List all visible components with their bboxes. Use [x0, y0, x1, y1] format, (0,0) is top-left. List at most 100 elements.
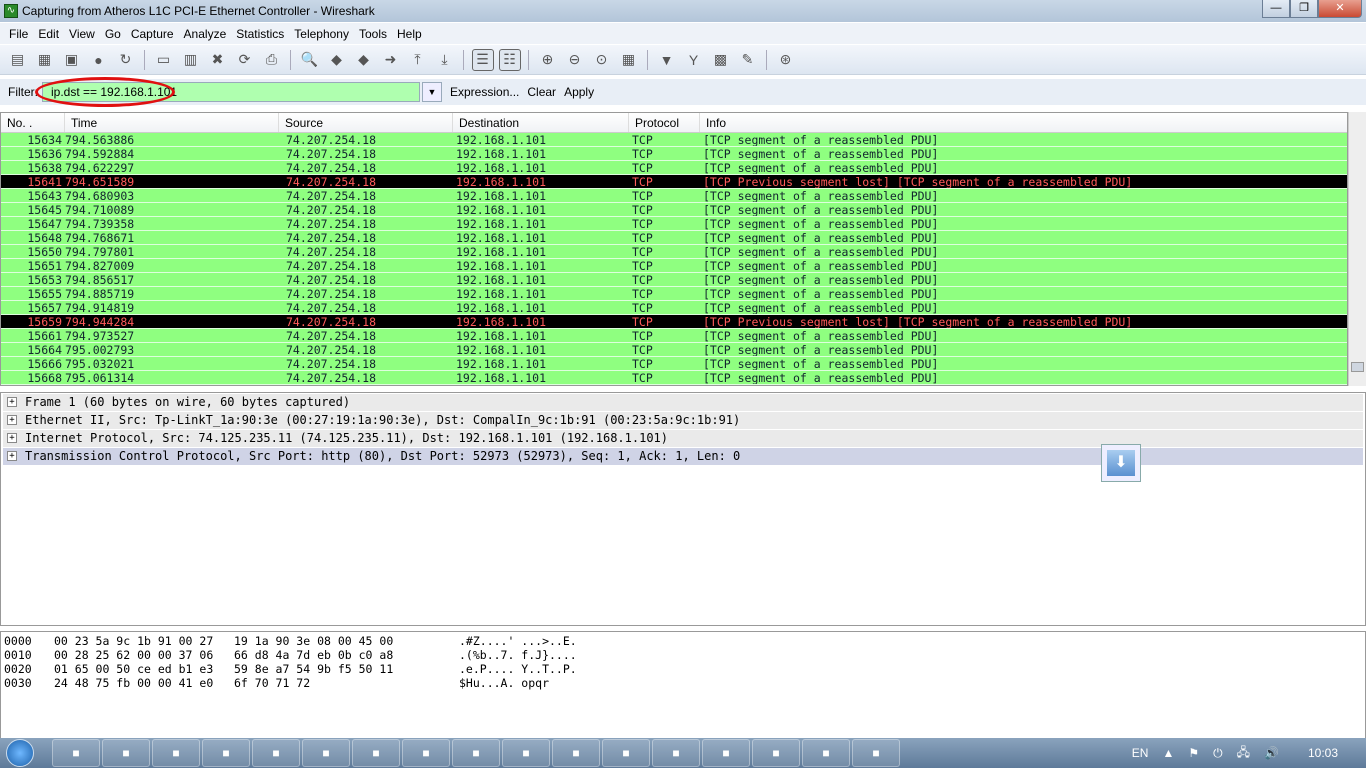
taskbar-avast[interactable]: ■ [152, 739, 200, 767]
packet-row[interactable]: 15650 794.797801 74.207.254.18 192.168.1.10… [1, 245, 1347, 259]
column-header-5[interactable]: Info [700, 113, 1347, 132]
zoom-in-button[interactable]: ⊕ [537, 49, 559, 71]
taskbar-wireshark[interactable]: ■ [652, 739, 700, 767]
menu-telephony[interactable]: Telephony [294, 27, 349, 41]
detail-row[interactable]: + Ethernet II, Src: Tp-LinkT_1a:90:3e (00… [3, 412, 1363, 429]
taskbar-firefox[interactable]: ■ [402, 739, 450, 767]
packet-row[interactable]: 15645 794.710089 74.207.254.18 192.168.1.10… [1, 203, 1347, 217]
packet-row[interactable]: 15664 795.002793 74.207.254.18 192.168.1.10… [1, 343, 1347, 357]
back-button[interactable]: ◆ [326, 49, 348, 71]
packet-row[interactable]: 15653 794.856517 74.207.254.18 192.168.1.10… [1, 273, 1347, 287]
forward-button[interactable]: ◆ [353, 49, 375, 71]
menu-capture[interactable]: Capture [131, 27, 174, 41]
taskbar-opera[interactable]: ■ [202, 739, 250, 767]
column-header-2[interactable]: Source [279, 113, 453, 132]
capture-filters-button[interactable]: ▼ [656, 49, 678, 71]
taskbar-app[interactable]: ■ [802, 739, 850, 767]
detail-row[interactable]: + Frame 1 (60 bytes on wire, 60 bytes cap… [3, 394, 1363, 411]
packet-row[interactable]: 15668 795.061314 74.207.254.18 192.168.1.10… [1, 371, 1347, 385]
save-button[interactable]: ▥ [180, 49, 202, 71]
close-button[interactable]: ✕ [1318, 0, 1362, 18]
packet-row[interactable]: 15659 794.944284 74.207.254.18 192.168.1.10… [1, 315, 1347, 329]
packet-row[interactable]: 15651 794.827009 74.207.254.18 192.168.1.10… [1, 259, 1347, 273]
packet-row[interactable]: 15655 794.885719 74.207.254.18 192.168.1.10… [1, 287, 1347, 301]
start-button[interactable]: ▣ [61, 49, 83, 71]
menu-file[interactable]: File [9, 27, 28, 41]
show-hidden-icons[interactable]: ▲ [1162, 746, 1174, 760]
column-header-3[interactable]: Destination [453, 113, 629, 132]
packet-row[interactable]: 15643 794.680903 74.207.254.18 192.168.1.10… [1, 189, 1347, 203]
network-icon[interactable]: 🖧 [1237, 743, 1250, 764]
menu-go[interactable]: Go [105, 27, 121, 41]
menu-help[interactable]: Help [397, 27, 422, 41]
taskbar-app[interactable]: ■ [252, 739, 300, 767]
packet-row[interactable]: 15661 794.973527 74.207.254.18 192.168.1.10… [1, 329, 1347, 343]
reload-button[interactable]: ⟳ [234, 49, 256, 71]
packet-row[interactable]: 15636 794.592884 74.207.254.18 192.168.1.10… [1, 147, 1347, 161]
expand-icon[interactable]: + [7, 415, 17, 425]
packet-row[interactable]: 15657 794.914819 74.207.254.18 192.168.1.10… [1, 301, 1347, 315]
clock[interactable]: 10:03 [1308, 746, 1338, 760]
taskbar-app[interactable]: ■ [702, 739, 750, 767]
minimize-button[interactable]: — [1262, 0, 1290, 18]
taskbar-app[interactable]: ■ [302, 739, 350, 767]
menu-edit[interactable]: Edit [38, 27, 59, 41]
taskbar-fireworks[interactable]: ■ [452, 739, 500, 767]
expand-icon[interactable]: + [7, 433, 17, 443]
packet-row[interactable]: 15666 795.032021 74.207.254.18 192.168.1.10… [1, 357, 1347, 371]
menu-statistics[interactable]: Statistics [236, 27, 284, 41]
packet-row[interactable]: 15634 794.563886 74.207.254.18 192.168.1.10… [1, 133, 1347, 147]
column-header-1[interactable]: Time [65, 113, 279, 132]
scroll-down-button[interactable]: ⬇ [1101, 444, 1141, 482]
column-header-0[interactable]: No. . [1, 113, 65, 132]
filter-input[interactable]: ip.dst == 192.168.1.101 [35, 77, 420, 107]
zoom-normal-button[interactable]: ⊙ [591, 49, 613, 71]
expand-icon[interactable]: + [7, 451, 17, 461]
close-file-button[interactable]: ✖ [207, 49, 229, 71]
apply-button[interactable]: Apply [564, 85, 594, 99]
packet-row[interactable]: 15647 794.739358 74.207.254.18 192.168.1.10… [1, 217, 1347, 231]
packet-list-scrollbar[interactable] [1348, 112, 1366, 386]
first-button[interactable]: ⤒ [407, 49, 429, 71]
taskbar-app[interactable]: ■ [752, 739, 800, 767]
start-button[interactable] [0, 738, 40, 768]
open-button[interactable]: ▭ [153, 49, 175, 71]
power-icon[interactable]: ⏻ [1213, 746, 1223, 761]
help-button[interactable]: ⊛ [775, 49, 797, 71]
coloring-rules-button[interactable]: ▩ [710, 49, 732, 71]
last-button[interactable]: ⤓ [434, 49, 456, 71]
language-indicator[interactable]: EN [1132, 746, 1149, 760]
expand-icon[interactable]: + [7, 397, 17, 407]
goto-button[interactable]: ➜ [380, 49, 402, 71]
packet-row[interactable]: 15638 794.622297 74.207.254.18 192.168.1.10… [1, 161, 1347, 175]
stop-button[interactable]: ● [88, 49, 110, 71]
taskbar-app[interactable]: ■ [352, 739, 400, 767]
expression-button[interactable]: Expression... [450, 85, 519, 99]
menu-tools[interactable]: Tools [359, 27, 387, 41]
action-center-icon[interactable]: ⚑ [1188, 746, 1199, 760]
zoom-out-button[interactable]: ⊖ [564, 49, 586, 71]
packet-row[interactable]: 15641 794.651589 74.207.254.18 192.168.1.10… [1, 175, 1347, 189]
print-button[interactable]: ⎙ [261, 49, 283, 71]
restart-button[interactable]: ↻ [115, 49, 137, 71]
taskbar-virtualbox[interactable]: ■ [102, 739, 150, 767]
scroll-thumb[interactable] [1351, 362, 1364, 372]
column-header-4[interactable]: Protocol [629, 113, 700, 132]
options-button[interactable]: ▦ [34, 49, 56, 71]
menu-view[interactable]: View [69, 27, 95, 41]
taskbar-app[interactable]: ■ [602, 739, 650, 767]
autoscroll-button[interactable]: ☷ [498, 48, 521, 71]
detail-row[interactable]: + Internet Protocol, Src: 74.125.235.11 (… [3, 430, 1363, 447]
find-button[interactable]: 🔍 [299, 49, 321, 71]
taskbar-explorer[interactable]: ■ [52, 739, 100, 767]
interfaces-button[interactable]: ▤ [7, 49, 29, 71]
preferences-button[interactable]: ✎ [737, 49, 759, 71]
colorize-button[interactable]: ☰ [471, 48, 494, 71]
detail-row[interactable]: + Transmission Control Protocol, Src Port… [3, 448, 1363, 465]
display-filters-button[interactable]: Y [683, 49, 705, 71]
packet-row[interactable]: 15648 794.768671 74.207.254.18 192.168.1.10… [1, 231, 1347, 245]
maximize-button[interactable]: ❐ [1290, 0, 1318, 18]
resize-columns-button[interactable]: ▦ [618, 49, 640, 71]
taskbar-cmd[interactable]: ■ [502, 739, 550, 767]
volume-icon[interactable]: 🔊 [1264, 746, 1279, 760]
